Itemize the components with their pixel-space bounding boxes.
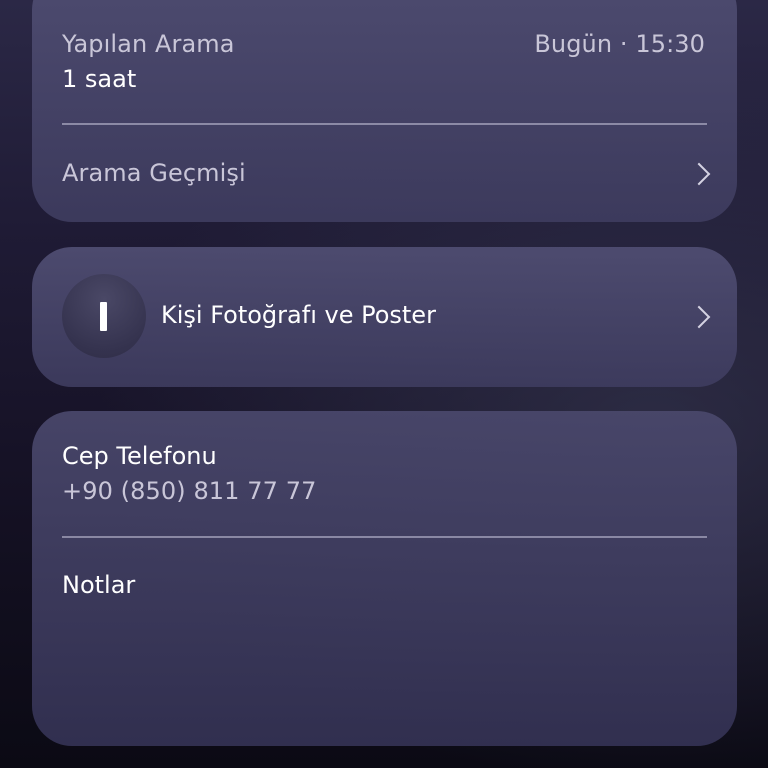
notes-label[interactable]: Notlar: [62, 571, 707, 599]
contact-photo-poster-card[interactable]: Kişi Fotoğrafı ve Poster: [32, 247, 737, 387]
call-info-card: Yapılan Arama Bugün · 15:30 1 saat Arama…: [32, 0, 737, 222]
phone-number[interactable]: +90 (850) 811 77 77: [62, 477, 707, 505]
call-timestamp: Bugün · 15:30: [534, 30, 705, 58]
contact-details-card: Cep Telefonu +90 (850) 811 77 77 Notlar: [32, 411, 737, 746]
phone-label: Cep Telefonu: [62, 442, 217, 470]
call-duration: 1 saat: [62, 65, 137, 93]
avatar-initial-icon: [100, 302, 107, 331]
avatar[interactable]: [62, 274, 146, 358]
divider: [62, 536, 707, 538]
contact-photo-poster-label: Kişi Fotoğrafı ve Poster: [161, 301, 436, 329]
call-history-label[interactable]: Arama Geçmişi: [62, 159, 707, 187]
divider: [62, 123, 707, 125]
